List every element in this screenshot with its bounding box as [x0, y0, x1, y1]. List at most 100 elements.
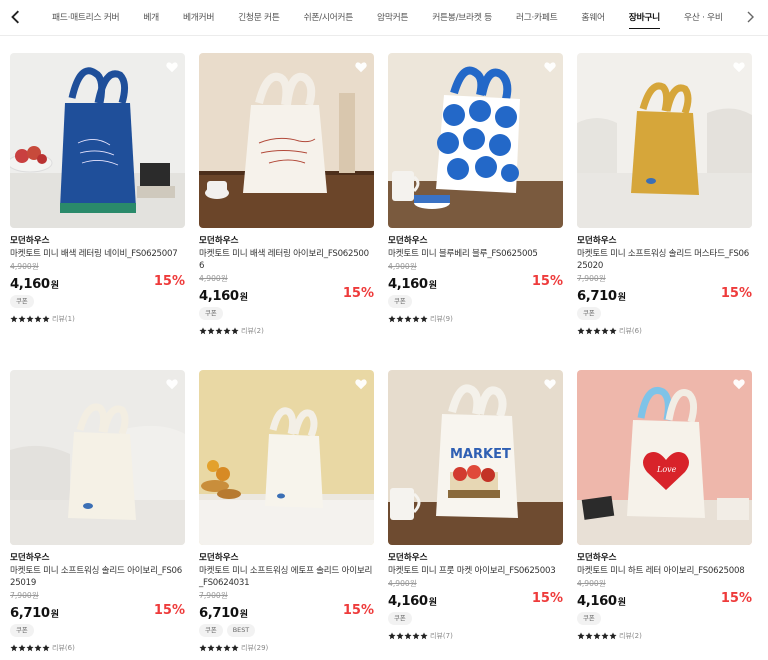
category-tab-active[interactable]: 장바구니 [617, 0, 672, 36]
rating: 리뷰(9) [388, 314, 563, 324]
brand-name: 모던하우스 [199, 553, 239, 563]
product-name[interactable]: 마켓토트 미니 소프트워싱 솔리드 머스타드_FS0625020 [577, 248, 752, 272]
mustard-bag-photo [577, 53, 752, 228]
category-tab[interactable]: 쉬폰/시어커튼 [292, 0, 365, 36]
review-count[interactable]: 리뷰(9) [430, 314, 453, 324]
product-image[interactable] [388, 53, 563, 228]
product-card[interactable]: Love 모던하우스 마켓토트 미니 하트 레터 아이보리_FS0625008 … [577, 370, 752, 641]
product-image[interactable] [577, 53, 752, 228]
category-tab[interactable]: 우산 · 우비 [672, 0, 735, 36]
category-tab[interactable]: 홈웨어 [569, 0, 616, 36]
category-tab[interactable]: 베개커버 [171, 0, 226, 36]
product-card[interactable]: 모던하우스 마켓토트 미니 블루베리 블루_FS0625005 4,900원 4… [388, 53, 563, 324]
original-price: 4,900원 [388, 579, 417, 588]
product-image[interactable] [10, 53, 185, 228]
coupon-badge: 쿠폰 [199, 624, 223, 637]
wishlist-heart-icon[interactable] [543, 59, 557, 73]
review-count[interactable]: 리뷰(7) [430, 631, 453, 641]
sale-price: 6,710 [199, 606, 239, 621]
coupon-badge: 쿠폰 [10, 624, 34, 637]
sale-price: 4,160 [199, 289, 239, 304]
brand-name: 모던하우스 [10, 553, 50, 563]
ivory-lettering-bag-photo [199, 53, 374, 228]
wishlist-heart-icon[interactable] [165, 376, 179, 390]
product-card[interactable]: 모던하우스 마켓토트 미니 배색 레터링 네이비_FS0625007 4,900… [10, 53, 185, 324]
discount-rate: 15% [531, 274, 563, 289]
sale-price: 4,160 [577, 594, 617, 609]
wishlist-heart-icon[interactable] [165, 59, 179, 73]
category-tab[interactable]: 긴청문 커튼 [226, 0, 291, 36]
original-price: 7,900원 [199, 591, 228, 600]
product-name[interactable]: 마켓토트 미니 배색 레터링 아이보리_FS0625006 [199, 248, 374, 272]
wishlist-heart-icon[interactable] [732, 376, 746, 390]
category-tab[interactable]: 러그·카페트 [504, 0, 569, 36]
review-count[interactable]: 리뷰(2) [241, 326, 264, 336]
product-card[interactable]: 모던하우스 마켓토트 미니 배색 레터링 아이보리_FS0625006 4,90… [199, 53, 374, 336]
review-count[interactable]: 리뷰(2) [619, 631, 642, 641]
coupon-badge: 쿠폰 [577, 612, 601, 625]
category-tab[interactable]: 패드·매트리스 커버 [40, 0, 131, 36]
discount-rate: 15% [531, 591, 563, 606]
product-name[interactable]: 마켓토트 미니 소프트워싱 솔리드 아이보리_FS0625019 [10, 565, 185, 589]
wishlist-heart-icon[interactable] [543, 376, 557, 390]
original-price: 4,900원 [388, 262, 417, 271]
review-count[interactable]: 리뷰(1) [52, 314, 75, 324]
star-rating-icon [199, 327, 239, 335]
sale-price: 4,160 [388, 277, 428, 292]
product-image[interactable] [199, 53, 374, 228]
product-image[interactable] [199, 370, 374, 545]
product-name[interactable]: 마켓토트 미니 블루베리 블루_FS0625005 [388, 248, 563, 260]
product-card[interactable]: 모던하우스 마켓토트 미니 소프트워싱 솔리드 머스타드_FS0625020 7… [577, 53, 752, 336]
fruit-market-bag-photo: MARKET [388, 370, 563, 545]
star-rating-icon [577, 327, 617, 335]
coupon-badge: 쿠폰 [388, 612, 412, 625]
coupon-badge: 쿠폰 [388, 295, 412, 308]
best-badge: BEST [226, 624, 256, 637]
currency-unit: 원 [50, 610, 59, 620]
product-card[interactable]: 모던하우스 마켓토트 미니 소프트워싱 에토프 솔리드 아이보리_FS06240… [199, 370, 374, 653]
star-rating-icon [10, 315, 50, 323]
rating: 리뷰(2) [199, 326, 374, 336]
review-count[interactable]: 리뷰(29) [241, 643, 268, 653]
rating: 리뷰(29) [199, 643, 374, 653]
product-name[interactable]: 마켓토트 미니 프룻 마켓 아이보리_FS0625003 [388, 565, 563, 577]
star-rating-icon [10, 644, 50, 652]
coupon-badge: 쿠폰 [10, 295, 34, 308]
blueberry-bag-photo [388, 53, 563, 228]
review-count[interactable]: 리뷰(6) [52, 643, 75, 653]
product-image[interactable]: MARKET [388, 370, 563, 545]
coupon-badge: 쿠폰 [199, 307, 223, 320]
scroll-right-icon[interactable] [740, 7, 760, 27]
rating: 리뷰(6) [577, 326, 752, 336]
product-card[interactable]: MARKET 모던하우스 마켓토트 미니 프룻 마켓 아이보리_FS062500… [388, 370, 563, 641]
product-name[interactable]: 마켓토트 미니 배색 레터링 네이비_FS0625007 [10, 248, 185, 260]
wishlist-heart-icon[interactable] [354, 59, 368, 73]
star-rating-icon [388, 632, 428, 640]
brand-name: 모던하우스 [577, 236, 617, 246]
currency-unit: 원 [428, 281, 437, 291]
scroll-left-icon[interactable] [6, 7, 26, 27]
category-tab[interactable]: 암막커튼 [365, 0, 420, 36]
wishlist-heart-icon[interactable] [732, 59, 746, 73]
product-name[interactable]: 마켓토트 미니 소프트워싱 에토프 솔리드 아이보리_FS0624031 [199, 565, 374, 589]
sale-price: 6,710 [577, 289, 617, 304]
star-rating-icon [388, 315, 428, 323]
discount-rate: 15% [342, 603, 374, 618]
wishlist-heart-icon[interactable] [354, 376, 368, 390]
rating: 리뷰(1) [10, 314, 185, 324]
category-tab[interactable]: 베개 [131, 0, 171, 36]
discount-rate: 15% [153, 603, 185, 618]
coupon-badge: 쿠폰 [577, 307, 601, 320]
rating: 리뷰(7) [388, 631, 563, 641]
sale-price: 6,710 [10, 606, 50, 621]
category-tab[interactable]: 커튼봉/브라켓 등 [420, 0, 504, 36]
star-rating-icon [577, 632, 617, 640]
product-image[interactable]: Love [577, 370, 752, 545]
original-price: 4,900원 [199, 274, 228, 283]
product-image[interactable] [10, 370, 185, 545]
currency-unit: 원 [617, 293, 626, 303]
product-card[interactable]: 모던하우스 마켓토트 미니 소프트워싱 솔리드 아이보리_FS0625019 7… [10, 370, 185, 653]
currency-unit: 원 [428, 598, 437, 608]
product-name[interactable]: 마켓토트 미니 하트 레터 아이보리_FS0625008 [577, 565, 752, 577]
review-count[interactable]: 리뷰(6) [619, 326, 642, 336]
